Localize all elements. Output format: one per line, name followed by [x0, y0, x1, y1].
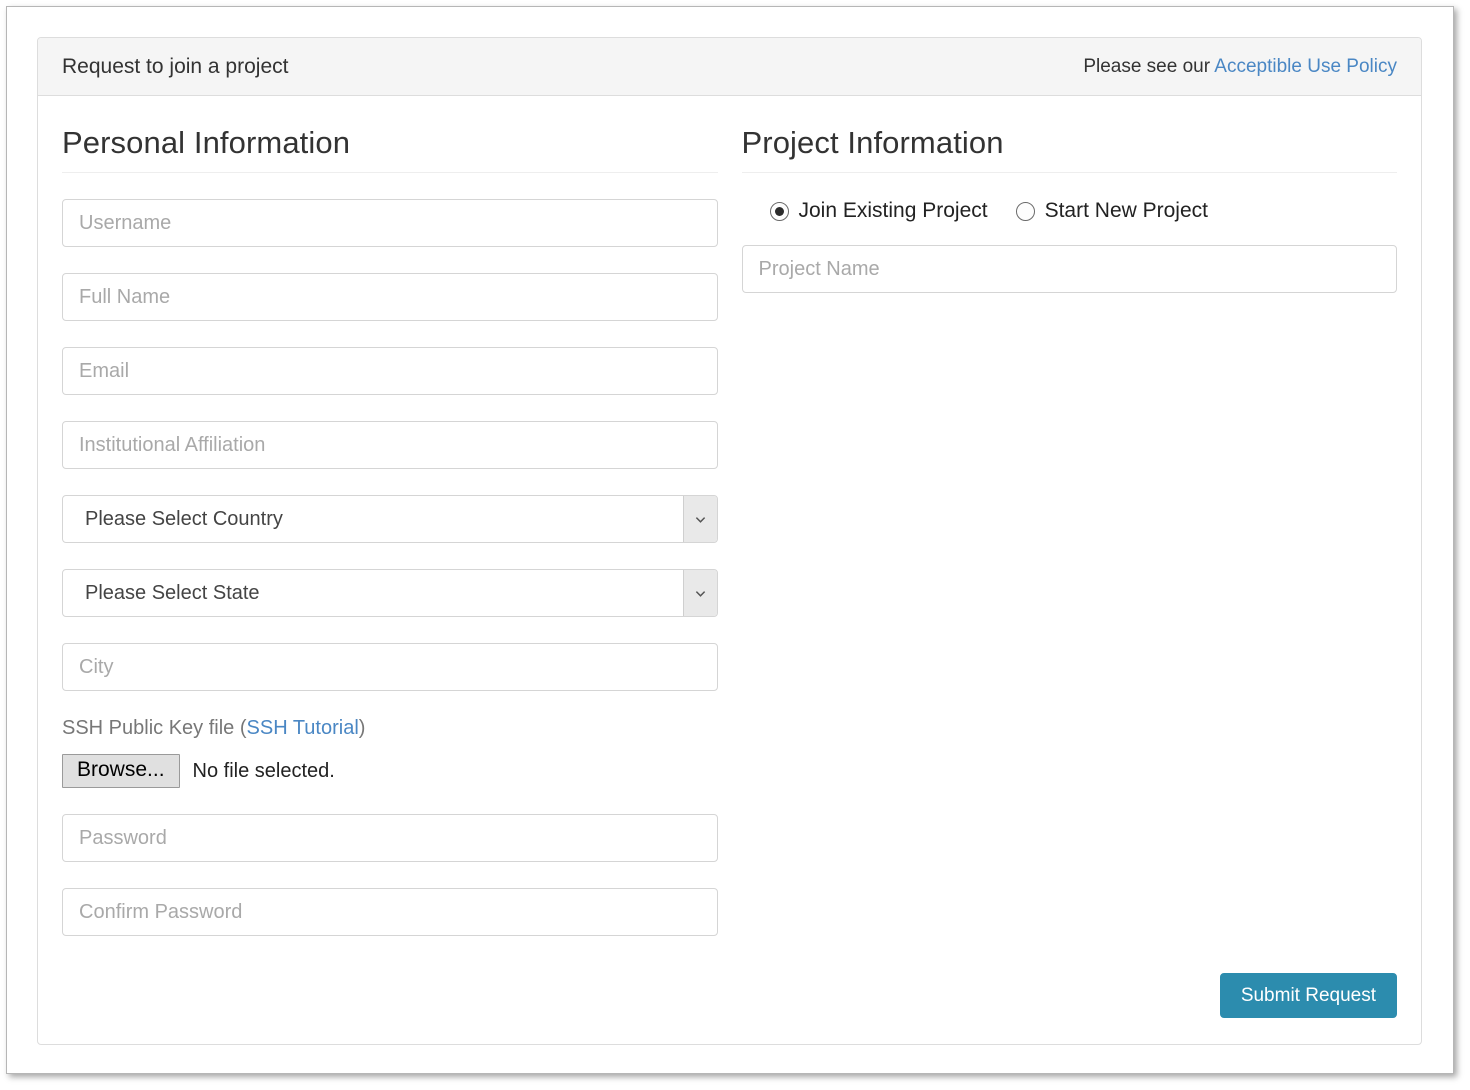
project-name-input[interactable] — [742, 245, 1398, 293]
ssh-key-label: SSH Public Key file (SSH Tutorial) — [62, 717, 718, 740]
ssh-file-input-row: Browse... No file selected. — [62, 754, 718, 788]
state-select[interactable]: Please Select State — [62, 569, 718, 617]
city-input[interactable] — [62, 643, 718, 691]
radio-start-new-project[interactable]: Start New Project — [1016, 199, 1208, 223]
radio-button-icon[interactable] — [770, 202, 789, 221]
panel-footer: Submit Request — [1220, 973, 1397, 1018]
radio-button-icon[interactable] — [1016, 202, 1035, 221]
browser-viewport: Request to join a project Please see our… — [6, 6, 1454, 1074]
chevron-down-icon[interactable] — [683, 496, 717, 542]
project-information-heading: Project Information — [742, 126, 1398, 172]
submit-request-button[interactable]: Submit Request — [1220, 973, 1397, 1018]
email-input[interactable] — [62, 347, 718, 395]
ssh-key-label-suffix: ) — [359, 717, 366, 739]
project-information-column: Project Information Join Existing Projec… — [730, 118, 1398, 962]
panel-header: Request to join a project Please see our… — [38, 38, 1421, 96]
radio-join-existing-project-label: Join Existing Project — [799, 199, 988, 223]
join-project-panel: Request to join a project Please see our… — [37, 37, 1422, 1045]
state-select-value: Please Select State — [63, 582, 260, 605]
username-input[interactable] — [62, 199, 718, 247]
policy-note-prefix: Please see our — [1083, 56, 1214, 77]
browse-button[interactable]: Browse... — [62, 754, 180, 788]
personal-section-divider — [62, 172, 718, 173]
ssh-key-label-prefix: SSH Public Key file ( — [62, 717, 247, 739]
confirm-password-input[interactable] — [62, 888, 718, 936]
page-title: Request to join a project — [62, 56, 288, 77]
acceptable-use-policy-link[interactable]: Acceptible Use Policy — [1214, 56, 1397, 77]
project-section-divider — [742, 172, 1398, 173]
chevron-down-icon[interactable] — [683, 570, 717, 616]
file-selected-status: No file selected. — [193, 760, 335, 783]
password-input[interactable] — [62, 814, 718, 862]
country-select[interactable]: Please Select Country — [62, 495, 718, 543]
country-select-value: Please Select Country — [63, 508, 283, 531]
radio-join-existing-project[interactable]: Join Existing Project — [770, 199, 988, 223]
personal-information-column: Personal Information Please Select Count… — [62, 118, 730, 962]
personal-information-heading: Personal Information — [62, 126, 718, 172]
policy-note: Please see our Acceptible Use Policy — [1083, 57, 1397, 76]
radio-start-new-project-label: Start New Project — [1045, 199, 1208, 223]
project-mode-radio-group: Join Existing Project Start New Project — [770, 199, 1398, 223]
ssh-tutorial-link[interactable]: SSH Tutorial — [247, 717, 359, 739]
institutional-affiliation-input[interactable] — [62, 421, 718, 469]
panel-body: Personal Information Please Select Count… — [38, 96, 1421, 962]
full-name-input[interactable] — [62, 273, 718, 321]
